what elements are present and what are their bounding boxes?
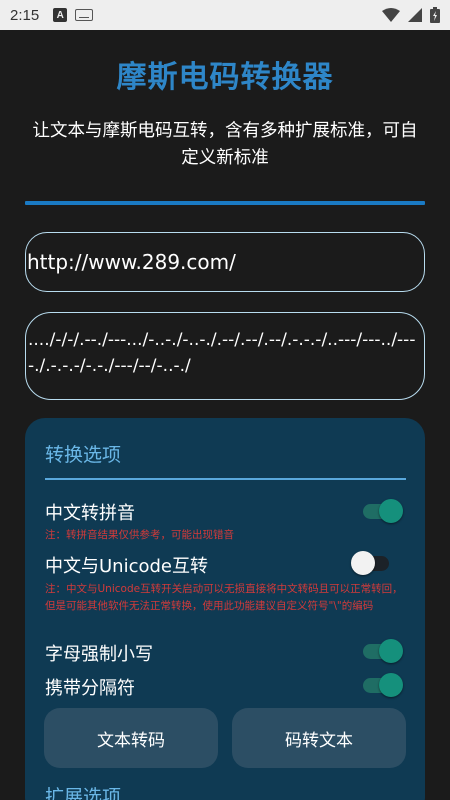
lowercase-label: 字母强制小写	[45, 644, 153, 665]
pinyin-toggle-thumb	[379, 499, 403, 523]
pinyin-note: 注：转拼音结果仅供参考，可能出现错音	[45, 529, 234, 541]
morse-output[interactable]: ..../-/-/.--./---.../-..-./-..-./.--/.--…	[25, 312, 425, 400]
encode-button[interactable]: 文本转码	[44, 708, 218, 768]
status-time: 2:15	[10, 6, 40, 24]
lowercase-toggle[interactable]	[359, 639, 403, 663]
options-section-divider	[45, 478, 406, 480]
a-badge-icon: A	[53, 8, 68, 22]
separator-label: 携带分隔符	[45, 678, 135, 699]
separator-toggle[interactable]	[359, 673, 403, 697]
header-divider	[25, 201, 425, 205]
extended-section-title: 扩展选项	[45, 786, 122, 800]
lowercase-toggle-thumb	[379, 639, 403, 663]
app-title: 摩斯电码转换器	[116, 60, 334, 95]
unicode-toggle[interactable]	[351, 551, 393, 575]
unicode-note: 注：中文与Unicode互转开关启动可以无损直接将中文转码且可以正常转回，但是可…	[45, 583, 403, 612]
separator-toggle-thumb	[379, 673, 403, 697]
battery-icon	[430, 7, 440, 23]
unicode-toggle-thumb	[351, 551, 375, 575]
signal-icon	[408, 8, 422, 22]
unicode-label: 中文与Unicode互转	[45, 556, 208, 577]
decode-button[interactable]: 码转文本	[232, 708, 406, 768]
pinyin-toggle[interactable]	[359, 499, 403, 523]
text-input[interactable]: http://www.289.com/	[25, 232, 425, 292]
wifi-icon	[382, 8, 400, 22]
pinyin-label: 中文转拼音	[45, 503, 135, 524]
status-left-icons: A	[53, 8, 94, 22]
app-subtitle: 让文本与摩斯电码互转，含有多种扩展标准，可自定义新标准	[32, 121, 418, 168]
options-panel: 转换选项 中文转拼音 注：转拼音结果仅供参考，可能出现错音 中文与Unicode…	[25, 418, 425, 800]
status-right-icons	[382, 7, 440, 23]
status-bar: 2:15 A	[0, 0, 450, 30]
keyboard-icon	[75, 9, 94, 21]
options-section-title: 转换选项	[45, 444, 122, 466]
